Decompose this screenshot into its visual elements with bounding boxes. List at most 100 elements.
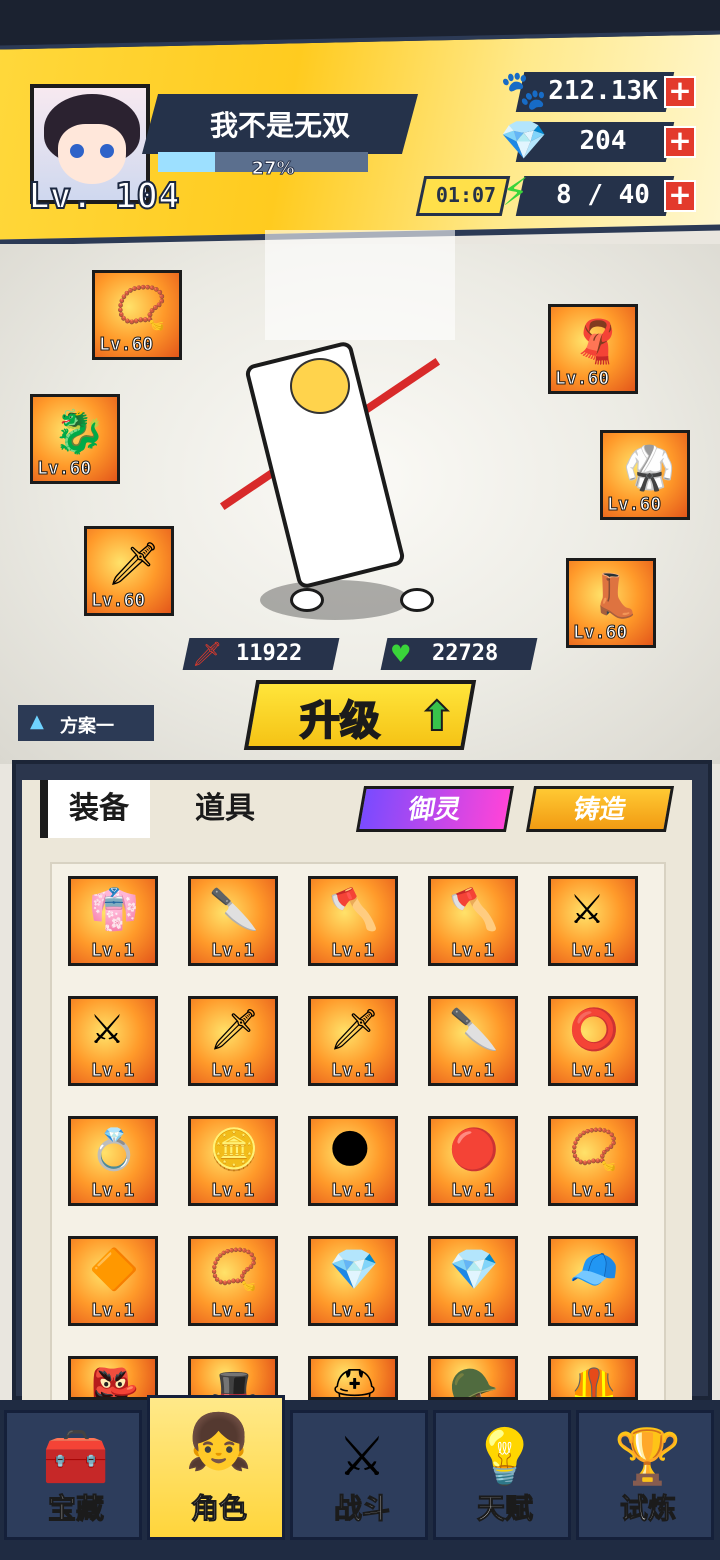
hero-backdrop-panel [265,230,455,340]
player-level: Lv. 104 [27,175,181,218]
inventory-item[interactable]: 📿 Lv.1 [188,1236,278,1326]
avatar-eye [70,144,84,158]
inventory-item[interactable]: 👺 [68,1356,158,1400]
vest-icon: 🦺 [569,1367,619,1400]
slot-level: Lv.60 [572,622,628,644]
item-level: Lv.1 [450,940,495,962]
dark-blade-icon: ⚔ [569,887,605,933]
inventory-item[interactable]: 🔴 Lv.1 [428,1116,518,1206]
inventory-item[interactable]: 🪖 [428,1356,518,1400]
tab-items[interactable]: 道具 [170,780,280,838]
nav-label: 战斗 [333,1492,390,1526]
tab-equipment[interactable]: 装备 [40,780,150,838]
inventory-item[interactable]: ⛑ [308,1356,398,1400]
inventory-item[interactable]: 👘 Lv.1 [68,876,158,966]
add-gold-button[interactable]: + [664,76,696,108]
nav-battle-swords[interactable]: ⚔ 战斗 [290,1410,428,1540]
inventory-item[interactable]: 🪓 Lv.1 [428,876,518,966]
dragon-ring-icon: 🐉 [53,407,106,456]
equip-slot-armor[interactable]: 🥋 Lv.60 [600,430,690,520]
golden-sabre-icon: 🗡 [209,1007,260,1053]
upgrade-label: 升级 [299,697,381,745]
inventory-item[interactable]: 🧢 Lv.1 [548,1236,638,1326]
hero-foot [400,588,434,612]
player-name[interactable]: 我不是无双 [150,104,410,144]
inventory-item[interactable]: 🪓 Lv.1 [308,876,398,966]
item-level: Lv.1 [450,1180,495,1202]
item-level: Lv.1 [90,1180,135,1202]
item-level: Lv.1 [450,1300,495,1322]
lightbulb-icon: 💡 [471,1425,539,1488]
equip-slot-necklace[interactable]: 📿 Lv.60 [92,270,182,360]
paw-coin-icon: 🐾 [500,68,548,112]
item-level: Lv.1 [450,1060,495,1082]
equip-slot-scarf[interactable]: 🧣 Lv.60 [548,304,638,394]
jade-ring-icon: 💍 [89,1127,139,1173]
trial-emblem-icon: 🏆 [614,1425,682,1488]
sword-attack-icon: 🗡 [192,640,223,668]
blade-icon: 🗡 [107,539,161,588]
nav-treasure-chest[interactable]: 🧰 宝藏 [4,1410,142,1540]
inventory-item[interactable]: ⚔ Lv.1 [68,996,158,1086]
inventory-item[interactable]: 🌑 Lv.1 [308,1116,398,1206]
inventory-item[interactable]: ⚔ Lv.1 [548,876,638,966]
equip-slot-weapon[interactable]: 🗡 Lv.60 [84,526,174,616]
item-level: Lv.1 [330,1180,375,1202]
inventory-item[interactable]: 🪙 Lv.1 [188,1116,278,1206]
avatar-face [58,124,126,184]
lightning-icon: ⚡ [502,170,529,214]
pink-helmet-icon: 🪖 [449,1367,499,1400]
inventory-item[interactable]: 🔶 Lv.1 [68,1236,158,1326]
slot-level: Lv.60 [36,458,92,480]
inventory-item[interactable]: 💍 Lv.1 [68,1116,158,1206]
equip-slot-ring[interactable]: 🐉 Lv.60 [30,394,120,484]
inventory-item[interactable]: 🦺 [548,1356,638,1400]
dark-ring-icon: 🌑 [329,1127,371,1173]
equip-slot-boots[interactable]: 👢 Lv.60 [566,558,656,648]
robe-icon: 🥋 [623,443,676,492]
battle-swords-icon: ⚔ [337,1425,387,1488]
scarf-icon: 🧣 [571,317,624,366]
sapphire-pendant-icon: 💎 [329,1247,379,1293]
item-level: Lv.1 [570,1180,615,1202]
nav-label: 角色 [190,1492,247,1526]
red-ring-icon: ⭕ [569,1007,619,1053]
inventory-item[interactable]: ⭕ Lv.1 [548,996,638,1086]
forge-button[interactable]: 铸造 [525,786,675,832]
inventory-item[interactable]: 💎 Lv.1 [308,1236,398,1326]
add-energy-button[interactable]: + [664,180,696,212]
yuling-button[interactable]: 御灵 [355,786,515,832]
inventory-item[interactable]: 📿 Lv.1 [548,1116,638,1206]
red-cleaver-icon: 🪓 [329,887,379,933]
item-level: Lv.1 [570,940,615,962]
attack-value: 11922 [236,641,303,666]
inventory-item[interactable]: 🗡 Lv.1 [308,996,398,1086]
nav-label: 天赋 [476,1492,533,1526]
plan-label: 方案一 [60,716,114,737]
red-cleaver-icon: 🪓 [449,887,499,933]
hero-character[interactable] [200,330,460,630]
nav-lightbulb[interactable]: 💡 天赋 [433,1410,571,1540]
item-level: Lv.1 [570,1060,615,1082]
inventory-item[interactable]: 🗡 Lv.1 [188,996,278,1086]
exp-percent: 27% [251,158,295,180]
slot-level: Lv.60 [554,368,610,390]
nav-character[interactable]: 👧 角色 [147,1395,285,1540]
golden-sabre-icon: 🗡 [329,1007,380,1053]
ice-blade-icon: 🔪 [209,887,259,933]
nav-label: 宝藏 [47,1492,104,1526]
inventory-item[interactable]: 🔪 Lv.1 [428,996,518,1086]
inventory-item[interactable]: 🔪 Lv.1 [188,876,278,966]
item-level: Lv.1 [90,940,135,962]
nav-trial-emblem[interactable]: 🏆 试炼 [576,1410,714,1540]
cap-icon: 🧢 [569,1247,619,1293]
add-gems-button[interactable]: + [664,126,696,158]
gold-pendant-icon: 🔶 [89,1247,139,1293]
treasure-chest-icon: 🧰 [42,1425,110,1488]
inventory-item[interactable]: 🎩 [188,1356,278,1400]
inventory-item[interactable]: 💎 Lv.1 [428,1236,518,1326]
slot-level: Lv.60 [606,494,662,516]
energy-timer: 01:07 [435,183,497,207]
character-icon: 👧 [185,1410,253,1473]
gold-amount: 212.13K [548,76,658,106]
